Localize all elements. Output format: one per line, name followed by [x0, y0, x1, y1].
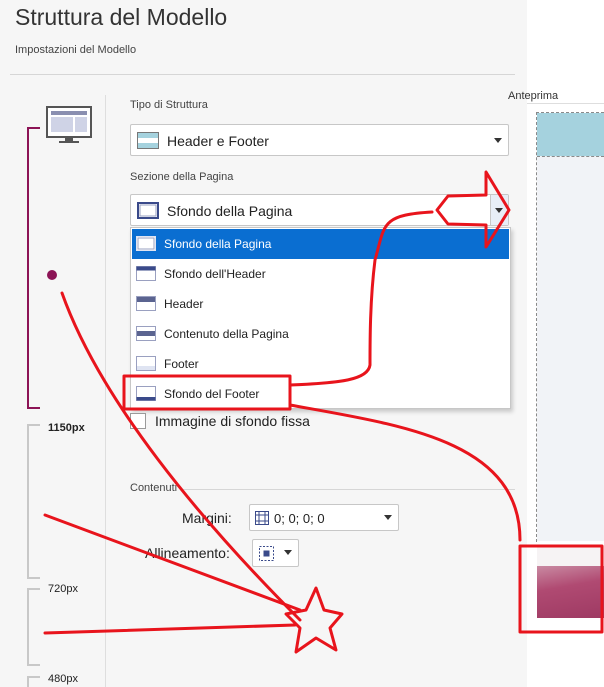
preview-divider: [527, 103, 604, 104]
option-footer[interactable]: Footer: [132, 349, 509, 379]
page-title: Struttura del Modello: [15, 4, 228, 30]
preview-label: Anteprima: [508, 90, 559, 102]
breakpoint-ruler-active: [27, 127, 40, 409]
chevron-down-icon: [495, 208, 503, 213]
option-footer-background[interactable]: Sfondo del Footer: [132, 379, 509, 409]
breakpoint-label-480[interactable]: 480px: [48, 673, 78, 685]
option-page-background[interactable]: Sfondo della Pagina: [132, 229, 509, 259]
fixed-background-label: Immagine di sfondo fissa: [155, 413, 310, 429]
footer-icon: [136, 356, 156, 371]
option-label: Sfondo della Pagina: [164, 237, 272, 251]
page-content-icon: [136, 326, 156, 341]
option-header[interactable]: Header: [132, 289, 509, 319]
column-divider: [105, 95, 106, 687]
option-header-background[interactable]: Sfondo dell'Header: [132, 259, 509, 289]
option-label: Header: [164, 297, 204, 311]
option-label: Contenuto della Pagina: [164, 327, 289, 341]
dropdown-button[interactable]: [490, 195, 508, 225]
desktop-icon[interactable]: [46, 106, 92, 144]
breakpoint-ruler-segment: [27, 588, 40, 666]
breakpoint-label-720[interactable]: 720px: [48, 583, 78, 595]
breakpoint-handle[interactable]: [47, 270, 57, 280]
structure-type-label: Tipo di Struttura: [130, 99, 208, 111]
option-label: Sfondo del Footer: [164, 387, 260, 401]
section-divider: [180, 489, 515, 490]
option-label: Sfondo dell'Header: [164, 267, 266, 281]
page-section-select[interactable]: Sfondo della Pagina: [130, 194, 509, 226]
preview-body-area[interactable]: [537, 156, 604, 541]
alignment-label: Allineamento:: [145, 545, 230, 561]
margins-value: 0; 0; 0; 0: [274, 511, 325, 526]
chevron-down-icon: [384, 515, 392, 520]
page-background-icon: [136, 236, 156, 251]
contents-section-label: Contenuti: [130, 482, 178, 494]
preview-footer-strip: [537, 546, 604, 568]
alignment-select[interactable]: [252, 539, 299, 567]
chevron-down-icon: [284, 550, 292, 555]
header-background-icon: [136, 266, 156, 281]
margins-icon: [255, 511, 269, 525]
breakpoint-ruler-segment: [27, 676, 40, 687]
page-background-icon: [137, 202, 159, 219]
page-section-value: Sfondo della Pagina: [167, 203, 293, 219]
structure-type-select[interactable]: Header e Footer: [130, 124, 509, 156]
structure-type-value: Header e Footer: [167, 133, 269, 149]
preview-header-area[interactable]: [537, 113, 604, 156]
option-label: Footer: [164, 357, 199, 371]
header-divider: [10, 74, 515, 75]
header-icon: [136, 296, 156, 311]
footer-background-icon: [136, 386, 156, 401]
page-subtitle: Impostazioni del Modello: [15, 44, 137, 56]
breakpoint-ruler-segment: [27, 424, 40, 579]
page-section-label: Sezione della Pagina: [130, 171, 234, 183]
page-section-dropdown: Sfondo della Pagina Sfondo dell'Header H…: [130, 227, 511, 409]
option-page-content[interactable]: Contenuto della Pagina: [132, 319, 509, 349]
header-footer-layout-icon: [137, 132, 159, 149]
preview-footer-area[interactable]: [537, 566, 604, 618]
margins-select[interactable]: 0; 0; 0; 0: [249, 504, 399, 531]
fixed-background-checkbox[interactable]: [130, 413, 146, 429]
margins-label: Margini:: [182, 510, 232, 526]
chevron-down-icon: [494, 138, 502, 143]
alignment-center-icon: [259, 546, 274, 561]
breakpoint-label-1150[interactable]: 1150px: [48, 422, 85, 434]
